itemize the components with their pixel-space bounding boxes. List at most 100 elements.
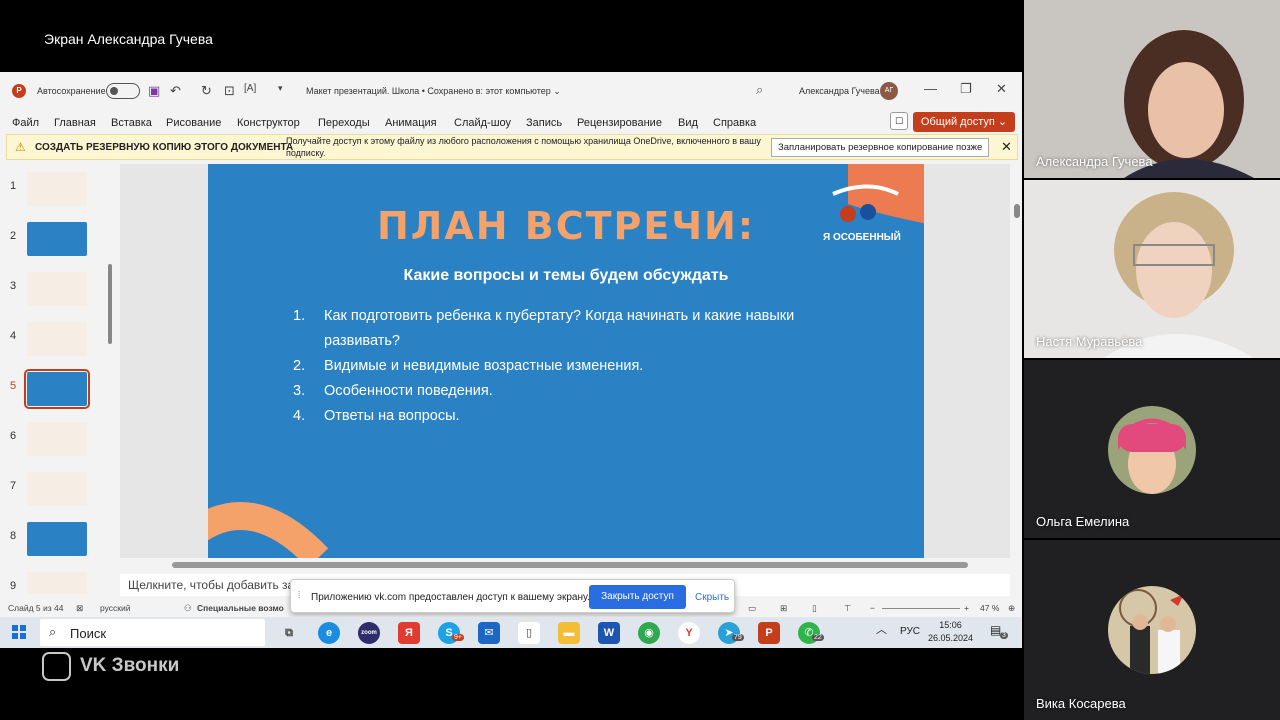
taskbar-search[interactable]: ⌕ Поиск <box>40 619 265 646</box>
slide-sorter-icon[interactable]: ⊞ <box>780 603 787 614</box>
thumbnail-image <box>27 422 87 456</box>
thumbnail-number: 9 <box>10 580 17 592</box>
vertical-scrollbar[interactable] <box>1012 164 1022 558</box>
menu-animation[interactable]: Анимация <box>385 117 437 129</box>
close-window-icon[interactable]: ✕ <box>996 81 1007 97</box>
share-popup-message: Приложению vk.com предоставлен доступ к … <box>311 592 590 603</box>
menu-slideshow[interactable]: Слайд-шоу <box>454 117 511 129</box>
save-icon[interactable]: ▣ <box>148 83 160 99</box>
menu-view[interactable]: Вид <box>678 117 698 129</box>
participant-photo <box>1108 586 1196 674</box>
thumbnail-3[interactable]: 3 <box>0 272 118 314</box>
yandex-icon[interactable]: Y <box>678 622 700 644</box>
document-title[interactable]: Макет презентаций. Школа • Сохранено в: … <box>306 86 561 97</box>
zoom-icon[interactable]: zoom <box>358 622 380 644</box>
fit-slide-icon[interactable]: ⊕ <box>1008 603 1015 614</box>
accessibility-icon[interactable]: ⚇ <box>184 603 192 614</box>
mail-icon[interactable]: ✉ <box>478 622 500 644</box>
undo-icon[interactable]: ↶ <box>170 83 181 99</box>
scroll-thumb[interactable] <box>172 562 968 568</box>
tray-chevron-icon[interactable]: ︿ <box>876 621 887 637</box>
notice-title: СОЗДАТЬ РЕЗЕРВНУЮ КОПИЮ ЭТОГО ДОКУМЕНТА <box>35 142 294 153</box>
menu-design[interactable]: Конструктор <box>237 117 300 129</box>
yandex-browser-icon[interactable]: Я <box>398 622 420 644</box>
windows-start-icon[interactable] <box>12 625 26 639</box>
menu-home[interactable]: Главная <box>54 117 96 129</box>
menu-file[interactable]: Файл <box>12 117 39 129</box>
restore-icon[interactable]: ❐ <box>960 81 972 97</box>
thumbnail-scrollbar[interactable] <box>108 264 112 344</box>
share-button[interactable]: Общий доступ ⌄ <box>913 112 1015 132</box>
participant-tile[interactable]: Настя Муравьёва <box>1024 180 1280 358</box>
zoom-slider[interactable] <box>882 608 960 609</box>
normal-view-icon[interactable]: ▭ <box>748 603 756 614</box>
phone-icon <box>42 652 71 681</box>
thumbnail-7[interactable]: 7 <box>0 472 118 514</box>
thumbnail-5[interactable]: 5 <box>0 369 118 414</box>
thumbnail-image <box>27 322 87 356</box>
powerpoint-taskbar-icon[interactable]: P <box>758 622 780 644</box>
word-icon[interactable]: W <box>598 622 620 644</box>
spellcheck-icon[interactable]: ⊠ <box>76 603 83 614</box>
menu-review[interactable]: Рецензирование <box>577 117 662 129</box>
autosave-toggle[interactable] <box>106 83 140 99</box>
thumbnail-4[interactable]: 4 <box>0 322 118 364</box>
participant-tile[interactable]: Вика Косарева <box>1024 540 1280 720</box>
thumbnail-8[interactable]: 8 <box>0 522 118 564</box>
thumbnail-image <box>24 369 90 409</box>
scroll-thumb[interactable] <box>1014 204 1020 218</box>
thumbnail-2[interactable]: 2 <box>0 222 118 264</box>
brand-logo-text: Я ОСОБЕННЫЙ <box>823 232 901 243</box>
slide-counter: Слайд 5 из 44 <box>8 603 64 613</box>
slide-title: ПЛАН ВСТРЕЧИ: <box>376 204 756 248</box>
edge-icon[interactable]: e <box>318 622 340 644</box>
system-clock[interactable]: 15:06 26.05.2024 <box>928 619 973 645</box>
zoom-out-icon[interactable]: − <box>870 603 875 613</box>
file-explorer-icon[interactable]: ▬ <box>558 622 580 644</box>
user-avatar[interactable]: АГ <box>880 82 898 100</box>
customize-toolbar-icon[interactable]: ▾ <box>278 83 283 94</box>
presentation-icon[interactable]: ⊡ <box>224 83 235 99</box>
thumbnail-6[interactable]: 6 <box>0 422 118 464</box>
stop-sharing-button[interactable]: Закрыть доступ <box>589 585 686 609</box>
search-icon[interactable]: ⌕ <box>756 82 763 98</box>
task-view-icon[interactable]: ⧉ <box>278 622 300 644</box>
drag-handle-icon[interactable]: ⦙ <box>298 590 300 601</box>
menu-help[interactable]: Справка <box>713 117 756 129</box>
screen-share-title: Экран Александра Гучева <box>44 31 213 47</box>
text-format-icon[interactable]: [A] <box>244 83 256 94</box>
slideshow-view-icon[interactable]: ⊤ <box>844 603 851 614</box>
menu-draw[interactable]: Рисование <box>166 117 221 129</box>
agenda-list: 1. Как подготовить ребенка к пубертату? … <box>293 304 833 429</box>
minimize-icon[interactable]: — <box>924 81 937 96</box>
input-language[interactable]: РУС <box>900 626 920 637</box>
zoom-in-icon[interactable]: + <box>964 603 969 613</box>
comments-button[interactable]: ☐ <box>890 112 908 130</box>
list-number: 3. <box>293 383 306 399</box>
horizontal-scrollbar[interactable] <box>120 560 1010 570</box>
skype-badge: 9+ <box>452 634 464 641</box>
thumbnail-number: 6 <box>10 430 17 442</box>
schedule-backup-button[interactable]: Запланировать резервное копирование позж… <box>771 138 990 157</box>
current-slide[interactable]: ПЛАН ВСТРЕЧИ: Я ОСОБЕННЫЙ Какие вопросы … <box>208 164 924 558</box>
windows-taskbar: ⌕ Поиск ⧉ e zoom Я S 9+ ✉ ▯ ▬ W ◉ Y ➤ 79… <box>0 617 1022 648</box>
file-icon[interactable]: ▯ <box>518 622 540 644</box>
menu-record[interactable]: Запись <box>526 117 562 129</box>
chrome-icon[interactable]: ◉ <box>638 622 660 644</box>
menu-transitions[interactable]: Переходы <box>318 117 370 129</box>
redo-icon[interactable]: ↻ <box>201 83 212 99</box>
participant-tile[interactable]: Александра Гучева <box>1024 0 1280 178</box>
hide-popup-link[interactable]: Скрыть <box>695 592 729 603</box>
list-number: 4. <box>293 408 306 424</box>
thumbnail-1[interactable]: 1 <box>0 172 118 214</box>
participant-tile[interactable]: Ольга Емелина <box>1024 360 1280 538</box>
menu-insert[interactable]: Вставка <box>111 117 152 129</box>
list-text: Ответы на вопросы. <box>324 408 460 424</box>
thumbnail-number: 1 <box>10 180 17 192</box>
language-indicator[interactable]: русский <box>100 603 131 613</box>
zoom-level[interactable]: 47 % <box>980 603 999 613</box>
accessibility-label[interactable]: Специальные возмо <box>197 603 284 613</box>
close-icon[interactable]: ✕ <box>1001 139 1012 155</box>
reading-view-icon[interactable]: ▯ <box>812 603 817 614</box>
thumbnail-number: 5 <box>10 380 17 392</box>
